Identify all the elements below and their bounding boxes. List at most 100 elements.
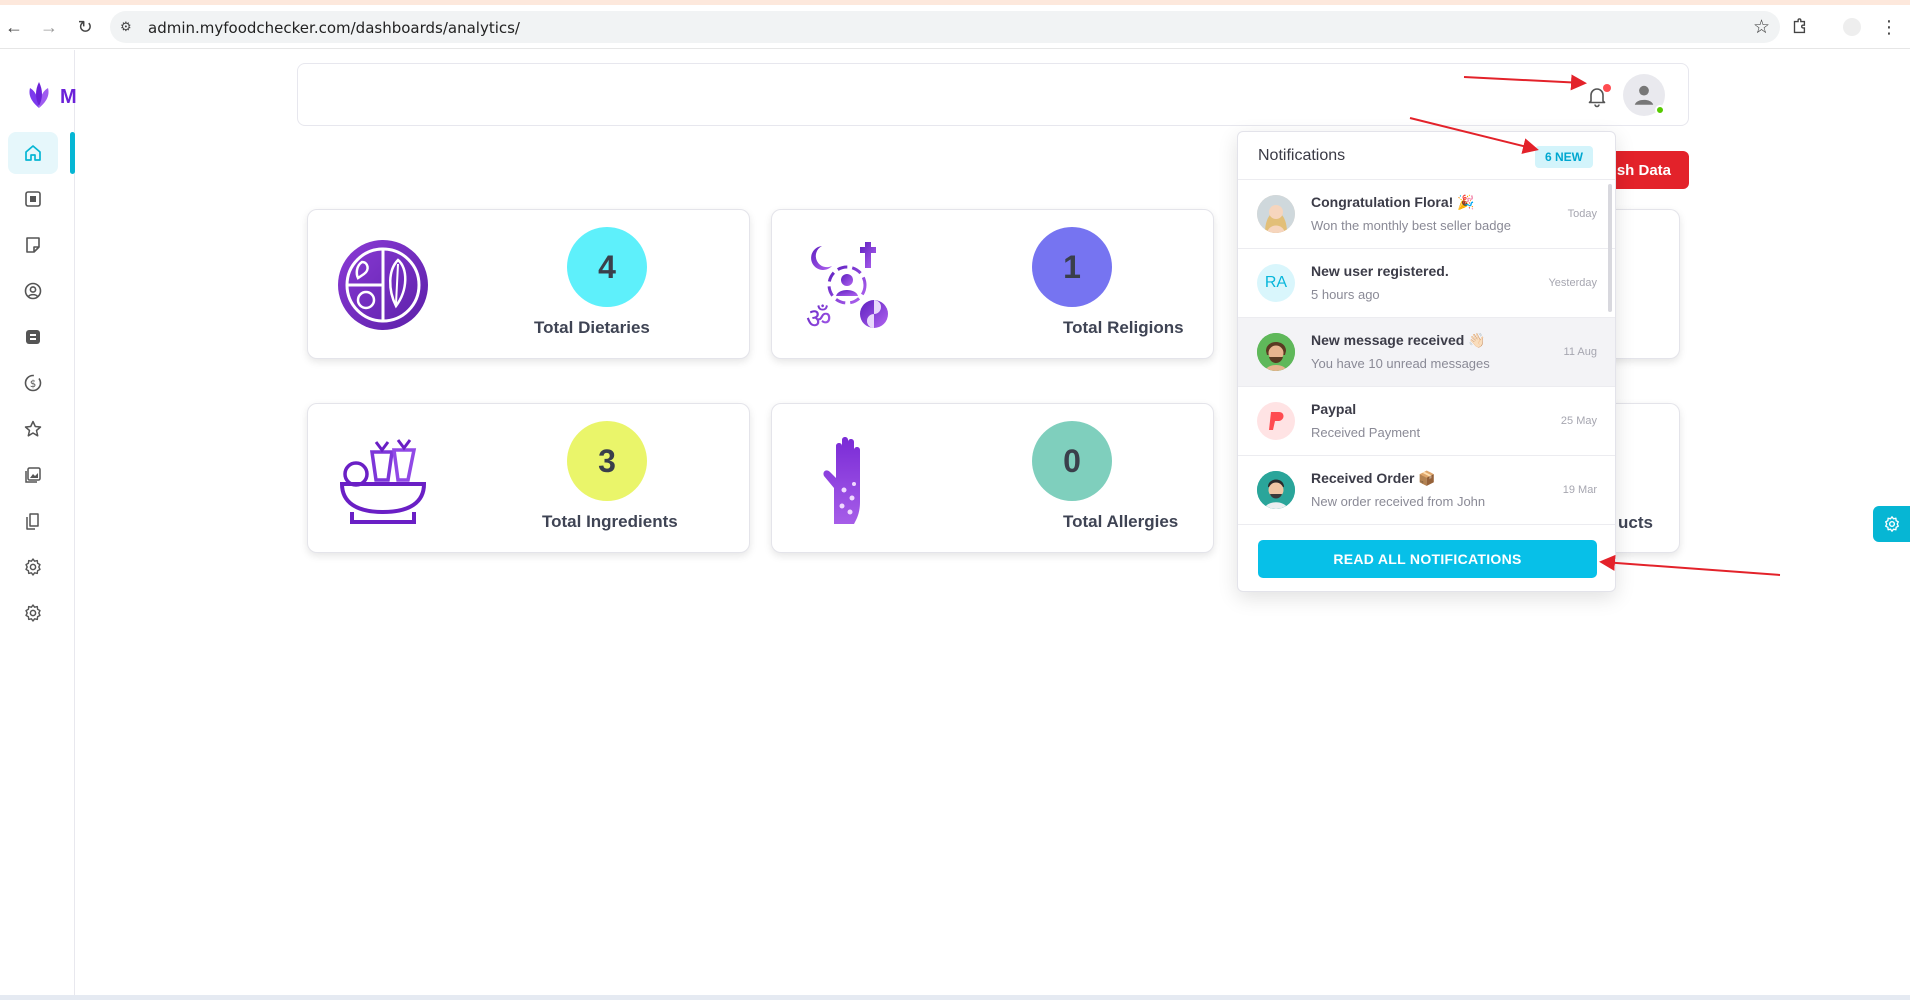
man-avatar-icon: [1257, 333, 1295, 371]
avatar: [1257, 333, 1295, 371]
religions-count-value: 1: [1063, 248, 1081, 285]
top-header: [297, 63, 1689, 126]
forward-icon[interactable]: →: [37, 15, 61, 39]
notification-time: Today: [1567, 208, 1597, 220]
gear-icon: [25, 604, 41, 622]
user-icon: [1634, 85, 1654, 105]
currency-exchange-icon: $: [24, 374, 42, 392]
sidebar-item-users[interactable]: [8, 270, 58, 312]
woman-avatar-icon: [1257, 195, 1295, 233]
notification-time: 19 Mar: [1562, 484, 1597, 496]
ingredients-count: 3: [567, 421, 647, 501]
brand-logo-icon: [29, 82, 49, 108]
notification-title: Received Order 📦: [1311, 470, 1436, 486]
man-avatar-icon: [1257, 471, 1295, 509]
documents-icon: [26, 513, 39, 530]
avatar: [1257, 471, 1295, 509]
bookmark-star-icon[interactable]: ☆: [1753, 16, 1770, 39]
site-settings-icon[interactable]: ⚙: [120, 19, 136, 35]
notification-subtitle: 5 hours ago: [1311, 287, 1380, 302]
note-icon: [26, 237, 40, 253]
sidebar-item-notes[interactable]: [8, 224, 58, 266]
avatar-initials: RA: [1264, 274, 1288, 291]
svg-text:$: $: [30, 379, 36, 390]
gallery-icon: [25, 467, 41, 483]
read-all-notifications-button[interactable]: READ ALL NOTIFICATIONS: [1258, 540, 1597, 578]
notifications-dropdown: Notifications 6 NEW Congratulation Flora…: [1237, 131, 1616, 592]
sidebar-item-documents[interactable]: [8, 500, 58, 542]
avatar: [1257, 402, 1295, 440]
sidebar-item-favorites[interactable]: [8, 408, 58, 450]
gear-icon: [25, 558, 41, 576]
svg-text:ॐ: ॐ: [806, 302, 832, 332]
gear-icon: [1884, 516, 1899, 532]
online-status-dot: [1655, 105, 1665, 115]
home-icon: [25, 145, 41, 161]
products-label: ucts: [1618, 513, 1653, 532]
dietaries-count: 4: [567, 227, 647, 307]
notifications-title: Notifications: [1258, 147, 1346, 164]
browser-menu-icon[interactable]: ⋮: [1877, 15, 1901, 39]
sidebar-item-dietaries[interactable]: [8, 178, 58, 220]
religions-icon: ॐ: [806, 242, 888, 332]
allergy-hand-icon: [823, 437, 860, 524]
url-text: admin.myfoodchecker.com/dashboards/analy…: [148, 19, 520, 37]
notification-title: New user registered.: [1311, 263, 1449, 279]
notifications-header: Notifications 6 NEW: [1238, 132, 1615, 180]
sidebar-item-gallery[interactable]: [8, 454, 58, 496]
ingredients-label: Total Ingredients: [542, 512, 678, 531]
notification-item[interactable]: Paypal Received Payment 25 May: [1238, 387, 1615, 456]
stat-card-ingredients[interactable]: 3 Total Ingredients: [307, 403, 750, 553]
notification-item[interactable]: RA New user registered. 5 hours ago Yest…: [1238, 249, 1615, 318]
notification-item[interactable]: Congratulation Flora! 🎉 Won the monthly …: [1238, 180, 1615, 249]
brand-name: M: [60, 86, 77, 108]
profile-icon[interactable]: [1840, 15, 1864, 39]
sidebar-item-dashboard[interactable]: [8, 132, 58, 174]
browser-toolbar: ← → ↻ ⚙ admin.myfoodchecker.com/dashboar…: [0, 5, 1910, 49]
stat-card-religions[interactable]: ॐ 1 Total Religions: [771, 209, 1214, 359]
notification-item[interactable]: Received Order 📦 New order received from…: [1238, 456, 1615, 525]
notification-subtitle: You have 10 unread messages: [1311, 356, 1490, 371]
allergies-count: 0: [1032, 421, 1112, 501]
sidebar-item-payments[interactable]: $: [8, 362, 58, 404]
blog-icon: [26, 330, 40, 344]
notification-time: 11 Aug: [1563, 346, 1597, 358]
back-icon[interactable]: ←: [2, 15, 26, 39]
ingredients-count-value: 3: [598, 442, 616, 479]
notification-subtitle: Received Payment: [1311, 425, 1421, 440]
sidebar-item-blog[interactable]: [8, 316, 58, 358]
address-bar[interactable]: ⚙ admin.myfoodchecker.com/dashboards/ana…: [110, 11, 1780, 43]
avatar: [1257, 195, 1295, 233]
religions-label: Total Religions: [1063, 318, 1184, 337]
notification-title: New message received 👋🏻: [1311, 332, 1486, 348]
allergies-count-value: 0: [1063, 442, 1081, 479]
notification-subtitle: Won the monthly best seller badge: [1311, 218, 1511, 233]
new-count-badge: 6 NEW: [1535, 146, 1593, 168]
stat-card-dietaries[interactable]: 4 Total Dietaries: [307, 209, 750, 359]
sidebar: M $: [0, 50, 77, 995]
square-icon: [25, 191, 41, 207]
diet-plate-icon: [338, 240, 428, 330]
sidebar-item-settings[interactable]: [8, 546, 58, 588]
extensions-icon[interactable]: [1787, 15, 1811, 39]
notification-item[interactable]: New message received 👋🏻 You have 10 unre…: [1238, 318, 1615, 387]
user-circle-icon: [24, 282, 42, 300]
bottom-border: [0, 995, 1910, 1000]
reload-icon[interactable]: ↻: [73, 15, 97, 39]
customizer-button[interactable]: [1873, 506, 1910, 542]
stat-card-allergies[interactable]: 0 Total Allergies: [771, 403, 1214, 553]
sidebar-item-settings-2[interactable]: [8, 592, 58, 634]
active-nav-indicator: [70, 132, 75, 174]
paypal-icon: [1269, 412, 1284, 430]
notification-time: Yesterday: [1548, 277, 1597, 289]
religions-count: 1: [1032, 227, 1112, 307]
avatar: RA: [1257, 264, 1295, 302]
notification-subtitle: New order received from John: [1311, 494, 1486, 509]
dietaries-label: Total Dietaries: [534, 318, 650, 337]
notification-time: 25 May: [1560, 415, 1597, 427]
ingredients-bowl-icon: [339, 439, 427, 524]
scrollbar[interactable]: [1608, 184, 1612, 312]
notification-title: Congratulation Flora! 🎉: [1311, 194, 1475, 210]
dietaries-count-value: 4: [598, 248, 616, 285]
notification-title: Paypal: [1311, 401, 1357, 417]
